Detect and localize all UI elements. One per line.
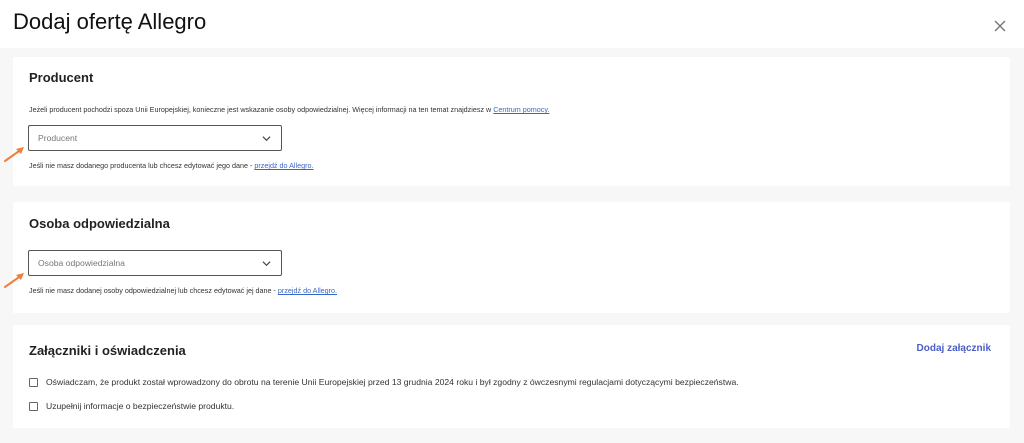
responsible-hint-note: Jeśli nie masz dodanej osoby odpowiedzia… [29, 286, 337, 295]
attachments-section: Załączniki i oświadczenia Dodaj załączni… [13, 325, 1010, 428]
producer-info-text: Jeżeli producent pochodzi spoza Unii Eur… [29, 105, 494, 114]
declaration-checkbox[interactable] [29, 378, 38, 387]
producer-select-placeholder: Producent [38, 133, 78, 143]
dialog-header: Dodaj ofertę Allegro [0, 0, 1024, 48]
responsible-select-placeholder: Osoba odpowiedzialna [38, 258, 125, 268]
producer-go-to-allegro-link[interactable]: przejdź do Allegro. [254, 161, 313, 170]
arrow-icon [4, 147, 24, 162]
producer-select[interactable]: Producent [28, 125, 282, 151]
declaration-checkbox-label: Oświadczam, że produkt został wprowadzon… [46, 377, 739, 387]
chevron-down-icon [262, 136, 271, 142]
producer-section-title: Producent [29, 70, 94, 85]
help-center-link[interactable]: Centrum pomocy. [493, 105, 549, 114]
responsible-go-to-allegro-link[interactable]: przejdź do Allegro. [278, 286, 337, 295]
arrow-icon [4, 273, 24, 288]
safety-info-checkbox-label: Uzupełnij informacje o bezpieczeństwie p… [46, 401, 235, 411]
dialog-title: Dodaj ofertę Allegro [13, 9, 207, 34]
producer-hint-text: Jeśli nie masz dodanego producenta lub c… [29, 161, 255, 170]
safety-info-checkbox[interactable] [29, 402, 38, 411]
add-attachment-link[interactable]: Dodaj załącznik [917, 343, 991, 354]
responsible-hint-text: Jeśli nie masz dodanej osoby odpowiedzia… [29, 286, 278, 295]
responsible-person-section: Osoba odpowiedzialna Osoba odpowiedzialn… [13, 202, 1010, 313]
producer-hint-note: Jeśli nie masz dodanego producenta lub c… [29, 161, 314, 170]
producer-info-note: Jeżeli producent pochodzi spoza Unii Eur… [29, 105, 549, 114]
responsible-section-title: Osoba odpowiedzialna [29, 216, 170, 231]
chevron-down-icon [262, 261, 271, 267]
attachments-section-title: Załączniki i oświadczenia [29, 343, 186, 358]
close-icon[interactable] [992, 18, 1008, 34]
producer-section: Producent Jeżeli producent pochodzi spoz… [13, 57, 1010, 186]
responsible-person-select[interactable]: Osoba odpowiedzialna [28, 250, 282, 276]
